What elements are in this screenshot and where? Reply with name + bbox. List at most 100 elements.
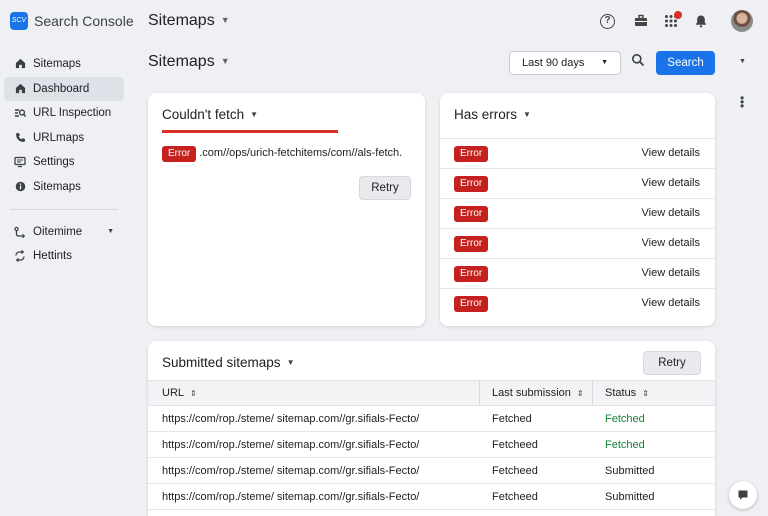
sidebar-item-dashboard[interactable]: Dashboard xyxy=(4,76,124,103)
sidebar-item-label: Settings xyxy=(33,156,75,168)
page-title: Sitemaps xyxy=(148,53,215,70)
date-range-value: Last 90 days xyxy=(522,57,585,69)
sitemap-url[interactable]: https://com/rop./steme/ sitemap.com//gr.… xyxy=(162,484,419,510)
error-url: .com//ops/urich-fetchitems/com//als-fetc… xyxy=(199,147,403,159)
bell-icon[interactable] xyxy=(692,12,710,30)
tab-indicator xyxy=(162,130,338,133)
sidebar-item-sitemaps[interactable]: Sitemaps xyxy=(4,52,124,76)
has-errors-selector[interactable]: Has errors ▼ xyxy=(454,107,531,122)
sidebar-item-label: URLmaps xyxy=(33,131,85,144)
sidebar-item-hettints[interactable]: Hettints xyxy=(4,244,124,268)
view-details-link[interactable]: View details xyxy=(642,267,701,279)
error-chip: Error xyxy=(454,206,489,222)
view-details-link[interactable]: View details xyxy=(642,297,701,309)
submitted-sitemaps-card: Submitted sitemaps ▼ Retry URL ⇕ Last subm… xyxy=(148,341,715,516)
sync-icon xyxy=(13,244,27,271)
table-row[interactable]: https://com/rop./steme/ sitemap.com//gr.… xyxy=(148,406,715,432)
retry-button[interactable]: Retry xyxy=(643,351,701,375)
column-divider xyxy=(479,381,480,405)
view-details-link[interactable]: View details xyxy=(642,207,701,219)
sidebar-item-label: Hettints xyxy=(33,250,72,262)
card-title: Couldn't fetch xyxy=(162,107,245,122)
sidebar-item-label: Sitemaps xyxy=(33,180,81,193)
couldnt-fetch-selector[interactable]: Couldn't fetch ▼ xyxy=(162,107,258,122)
chevron-down-icon: ▼ xyxy=(220,15,230,25)
last-submission: Fetcheed xyxy=(492,465,538,477)
sitemap-url[interactable]: https://com/rop./steme/ sitemap.com//gr.… xyxy=(162,406,419,432)
sidebar-item-sitemaps-2[interactable]: Sitemaps xyxy=(4,175,124,199)
sitemap-url[interactable]: https://com/rop./steme/ sitemap.com//gr.… xyxy=(162,432,419,458)
column-header-last-submission[interactable]: Last submission ⇕ xyxy=(492,381,584,405)
chevron-down-icon: ▼ xyxy=(601,59,608,66)
sitemap-url[interactable]: https://com/rop./steme/ sitemap.com//gr.… xyxy=(162,458,419,484)
sidebar-divider xyxy=(10,208,118,210)
column-header-status[interactable]: Status ⇕ xyxy=(605,381,649,405)
view-details-link[interactable]: View details xyxy=(642,177,701,189)
sidebar-item-label: Oitemime xyxy=(33,225,83,238)
status-badge: Submitted xyxy=(605,465,655,477)
list-item: Error View details xyxy=(440,168,715,198)
error-chip: Error xyxy=(454,146,489,162)
error-chip: Error xyxy=(162,146,197,162)
sidebar-item-label: URL Inspection xyxy=(33,107,112,119)
sort-icon: ⇕ xyxy=(190,389,197,398)
card-title: Has errors xyxy=(454,107,518,122)
header-property-selector[interactable]: Sitemaps ▼ xyxy=(148,12,230,30)
status-badge: Fetched xyxy=(605,413,645,425)
submitted-sitemaps-selector[interactable]: Submitted sitemaps ▼ xyxy=(162,355,294,370)
fetch-error-row: Error .com//ops/urich-fetchitems/com//als… xyxy=(162,146,402,162)
monitor-icon xyxy=(13,150,27,177)
table-header: URL ⇕ Last submission ⇕ Status ⇕ xyxy=(148,380,715,406)
list-item: Error View details xyxy=(440,258,715,288)
column-divider xyxy=(592,381,593,405)
list-item: Error View details xyxy=(440,228,715,258)
feedback-icon xyxy=(738,490,748,500)
phone-icon xyxy=(13,126,27,152)
more-vert-icon[interactable]: • • • xyxy=(740,92,744,112)
chevron-down-icon: ▼ xyxy=(107,227,114,235)
has-errors-card: Has errors ▼ Error View details Error Vie… xyxy=(440,93,715,326)
table-row[interactable]: https://com/rop./steme/ sitemap.com//gr.… xyxy=(148,458,715,484)
home-icon xyxy=(13,52,27,78)
card-title: Submitted sitemaps xyxy=(162,355,281,370)
home-icon xyxy=(13,77,27,103)
couldnt-fetch-card: Couldn't fetch ▼ Error .com//ops/urich-fet… xyxy=(148,93,425,326)
avatar[interactable] xyxy=(731,10,753,32)
search-console-logo[interactable]: SCV xyxy=(10,12,28,30)
notification-badge xyxy=(674,11,682,19)
chevron-down-icon: ▼ xyxy=(286,358,295,367)
page-title-selector[interactable]: Sitemaps ▼ xyxy=(148,53,230,71)
list-item: Error View details xyxy=(440,288,715,318)
list-item: Error View details xyxy=(440,138,715,168)
sidebar-item-settings[interactable]: Settings xyxy=(4,150,124,174)
route-icon xyxy=(13,220,27,247)
sort-icon: ⇕ xyxy=(642,389,649,398)
chevron-down-icon: ▼ xyxy=(250,110,259,119)
error-chip: Error xyxy=(454,266,489,282)
chevron-down-icon[interactable]: ▼ xyxy=(739,58,746,65)
search-button[interactable]: Search xyxy=(656,51,715,75)
briefcase-icon[interactable] xyxy=(632,12,650,30)
app-name[interactable]: Search Console xyxy=(34,13,134,29)
view-details-link[interactable]: View details xyxy=(642,237,701,249)
retry-button[interactable]: Retry xyxy=(359,176,411,200)
feedback-button[interactable] xyxy=(729,481,757,509)
date-range-select[interactable]: Last 90 days ▼ xyxy=(509,51,621,75)
column-header-url[interactable]: URL ⇕ xyxy=(162,381,197,405)
last-submission: Fetcheed xyxy=(492,439,538,451)
sidebar-item-url-inspection[interactable]: URL Inspection xyxy=(4,101,124,125)
status-badge: Submitted xyxy=(605,491,655,503)
info-icon xyxy=(13,175,27,201)
inspection-icon xyxy=(13,101,27,128)
search-icon[interactable] xyxy=(631,53,647,69)
sidebar-item-oitemime[interactable]: Oitemime ▼ xyxy=(4,220,124,244)
sort-icon: ⇕ xyxy=(576,389,584,398)
top-bar: SCV Search Console Sitemaps ▼ ? xyxy=(0,0,768,44)
sidebar-item-urlmaps[interactable]: URLmaps xyxy=(4,126,124,150)
sidebar: Sitemaps Dashboard URL Inspection URLmap… xyxy=(0,52,128,269)
table-row[interactable]: https://com/rop./steme/ sitemap.com//gr.… xyxy=(148,484,715,510)
table-row[interactable]: https://com/rop./steme/ sitemap.com//gr.… xyxy=(148,432,715,458)
chevron-down-icon: ▼ xyxy=(523,110,531,119)
view-details-link[interactable]: View details xyxy=(642,147,701,159)
help-icon[interactable]: ? xyxy=(600,14,615,29)
